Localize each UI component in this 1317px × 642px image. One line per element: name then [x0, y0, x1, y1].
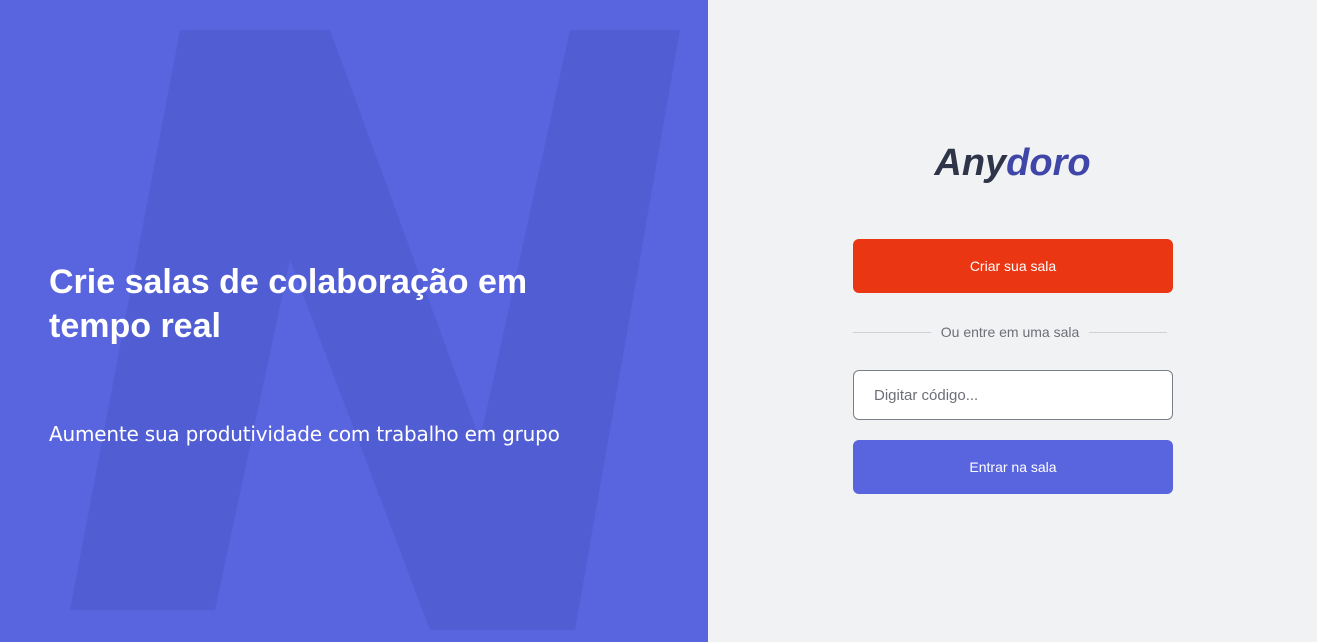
create-room-button[interactable]: Criar sua sala: [853, 239, 1173, 293]
divider-text: Ou entre em uma sala: [940, 324, 1080, 340]
enter-room-button[interactable]: Entrar na sala: [853, 440, 1173, 494]
hero-panel: Crie salas de colaboração em tempo real …: [0, 0, 708, 642]
or-divider: Ou entre em uma sala: [853, 322, 1168, 342]
hero-title: Crie salas de colaboração em tempo real: [49, 263, 528, 345]
brand-logo: Anydoro: [708, 140, 1317, 186]
divider-line-left: [853, 331, 931, 333]
hero-subtitle: Aumente sua produtividade com trabalho e…: [49, 422, 560, 446]
brand-name-part1: Any: [934, 142, 1007, 184]
divider-line-right: [1089, 331, 1168, 333]
auth-panel: Anydoro Criar sua sala Ou entre em uma s…: [708, 0, 1317, 642]
brand-name-part2: doro: [1006, 142, 1091, 184]
room-code-input[interactable]: [853, 370, 1173, 420]
